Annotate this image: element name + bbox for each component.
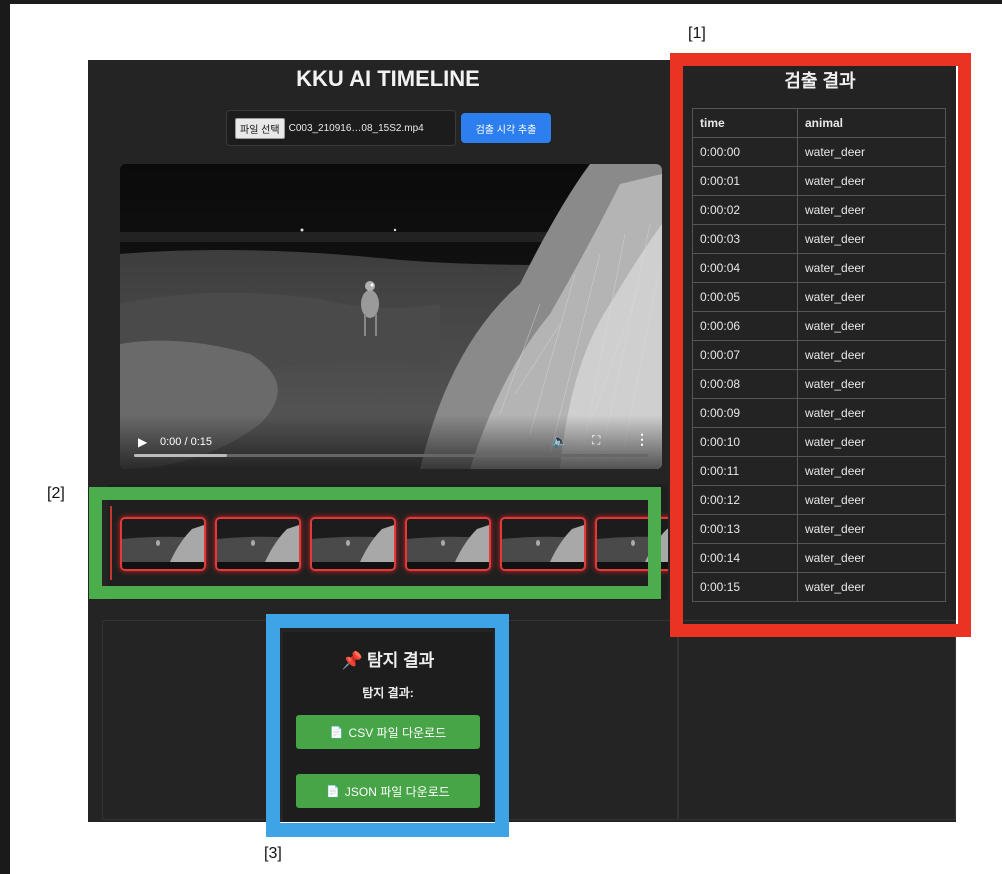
detection-table-title: 검출 결과 bbox=[784, 71, 856, 91]
volume-icon[interactable]: 🔈 bbox=[552, 433, 568, 449]
time-cell: 0:00:09 bbox=[692, 398, 798, 428]
file-input[interactable]: 파일 선택 C003_210916…08_15S2.mp4 bbox=[226, 110, 456, 146]
time-cell: 0:00:00 bbox=[692, 137, 798, 167]
animal-cell: water_deer bbox=[797, 137, 946, 167]
time-cell: 0:00:05 bbox=[692, 282, 798, 312]
table-row: 0:00:08 water_deer bbox=[692, 369, 946, 399]
animal-cell: water_deer bbox=[797, 340, 946, 370]
video-thumbnail[interactable] bbox=[500, 517, 586, 571]
more-options-icon[interactable]: ⋮ bbox=[635, 431, 649, 448]
results-panel-title: 📌 탐지 결과 bbox=[341, 651, 435, 670]
time-cell: 0:00:07 bbox=[692, 340, 798, 370]
pin-icon: 📌 bbox=[341, 651, 363, 670]
time-cell: 0:00:06 bbox=[692, 311, 798, 341]
animal-cell: water_deer bbox=[797, 195, 946, 225]
animal-cell: water_deer bbox=[797, 398, 946, 428]
time-cell: 0:00:10 bbox=[692, 427, 798, 457]
time-cell: 0:00:13 bbox=[692, 514, 798, 544]
video-thumbnail[interactable] bbox=[595, 517, 668, 571]
annotation-label-2: [2] bbox=[47, 485, 65, 502]
video-controls: ▶ 0:00 / 0:15 🔈 ⛶ ⋮ bbox=[120, 415, 662, 469]
table-row: 0:00:11 water_deer bbox=[692, 456, 946, 486]
video-thumbnail[interactable] bbox=[120, 517, 206, 571]
table-row: 0:00:09 water_deer bbox=[692, 398, 946, 428]
animal-cell: water_deer bbox=[797, 514, 946, 544]
animal-cell: water_deer bbox=[797, 572, 946, 602]
csv-download-button[interactable]: 📄 CSV 파일 다운로드 bbox=[296, 715, 480, 749]
animal-cell: water_deer bbox=[797, 253, 946, 283]
timeline-marker bbox=[110, 506, 112, 580]
table-row: 0:00:12 water_deer bbox=[692, 485, 946, 515]
table-row: 0:00:02 water_deer bbox=[692, 195, 946, 225]
csv-download-label: CSV 파일 다운로드 bbox=[348, 725, 447, 740]
table-row: 0:00:00 water_deer bbox=[692, 137, 946, 167]
video-progress-fill bbox=[134, 454, 227, 457]
table-row: 0:00:01 water_deer bbox=[692, 166, 946, 196]
video-player[interactable]: ▶ 0:00 / 0:15 🔈 ⛶ ⋮ bbox=[120, 164, 662, 469]
time-cell: 0:00:04 bbox=[692, 253, 798, 283]
animal-cell: water_deer bbox=[797, 369, 946, 399]
table-row: 0:00:13 water_deer bbox=[692, 514, 946, 544]
time-cell: 0:00:11 bbox=[692, 456, 798, 486]
video-thumbnail[interactable] bbox=[405, 517, 491, 571]
table-row: 0:00:03 water_deer bbox=[692, 224, 946, 254]
thumbnail-strip[interactable] bbox=[108, 484, 668, 600]
animal-cell: water_deer bbox=[797, 485, 946, 515]
animal-cell: water_deer bbox=[797, 166, 946, 196]
detection-table: time animal 0:00:00 water_deer 0:00:01 wate… bbox=[692, 108, 946, 602]
document-icon: 📄 bbox=[326, 785, 340, 798]
json-download-button[interactable]: 📄 JSON 파일 다운로드 bbox=[296, 774, 480, 808]
play-icon[interactable]: ▶ bbox=[138, 435, 147, 449]
lower-right-panel bbox=[678, 620, 956, 820]
video-progress-bar[interactable] bbox=[134, 454, 648, 457]
table-row: 0:00:15 water_deer bbox=[692, 572, 946, 602]
table-row: 0:00:04 water_deer bbox=[692, 253, 946, 283]
window-frame-left bbox=[0, 0, 10, 874]
column-header-animal: animal bbox=[797, 108, 946, 138]
document-icon: 📄 bbox=[329, 726, 344, 739]
detection-results-panel: 📌 탐지 결과 탐지 결과: 📄 CSV 파일 다운로드 📄 JSON 파일 다운… bbox=[283, 632, 493, 822]
annotation-label-1: [1] bbox=[688, 25, 706, 42]
selected-file-name: C003_210916…08_15S2.mp4 bbox=[288, 122, 424, 134]
table-row: 0:00:14 water_deer bbox=[692, 543, 946, 573]
table-row: 0:00:06 water_deer bbox=[692, 311, 946, 341]
table-row: 0:00:10 water_deer bbox=[692, 427, 946, 457]
time-cell: 0:00:08 bbox=[692, 369, 798, 399]
choose-file-button[interactable]: 파일 선택 bbox=[235, 117, 285, 139]
time-cell: 0:00:15 bbox=[692, 572, 798, 602]
animal-cell: water_deer bbox=[797, 543, 946, 573]
animal-cell: water_deer bbox=[797, 311, 946, 341]
extract-detection-time-button[interactable]: 검출 시각 추출 bbox=[461, 113, 551, 143]
window-frame-top bbox=[0, 0, 1002, 4]
table-row: 0:00:05 water_deer bbox=[692, 282, 946, 312]
results-panel-subtitle: 탐지 결과: bbox=[362, 686, 414, 700]
video-thumbnail[interactable] bbox=[215, 517, 301, 571]
animal-cell: water_deer bbox=[797, 224, 946, 254]
animal-cell: water_deer bbox=[797, 282, 946, 312]
column-header-time: time bbox=[692, 108, 798, 138]
video-thumbnail[interactable] bbox=[310, 517, 396, 571]
table-row: 0:00:07 water_deer bbox=[692, 340, 946, 370]
annotation-label-3: [3] bbox=[264, 845, 282, 862]
time-cell: 0:00:14 bbox=[692, 543, 798, 573]
time-cell: 0:00:02 bbox=[692, 195, 798, 225]
time-cell: 0:00:01 bbox=[692, 166, 798, 196]
table-header-row: time animal bbox=[692, 108, 946, 138]
video-time-display: 0:00 / 0:15 bbox=[160, 436, 212, 448]
fullscreen-icon[interactable]: ⛶ bbox=[592, 433, 600, 448]
detection-table-panel: 검출 결과 time animal 0:00:00 water_deer 0:00:… bbox=[686, 70, 954, 618]
json-download-label: JSON 파일 다운로드 bbox=[344, 784, 450, 799]
time-cell: 0:00:12 bbox=[692, 485, 798, 515]
time-cell: 0:00:03 bbox=[692, 224, 798, 254]
animal-cell: water_deer bbox=[797, 456, 946, 486]
page-title: KKU AI TIMELINE bbox=[296, 66, 480, 91]
animal-cell: water_deer bbox=[797, 427, 946, 457]
